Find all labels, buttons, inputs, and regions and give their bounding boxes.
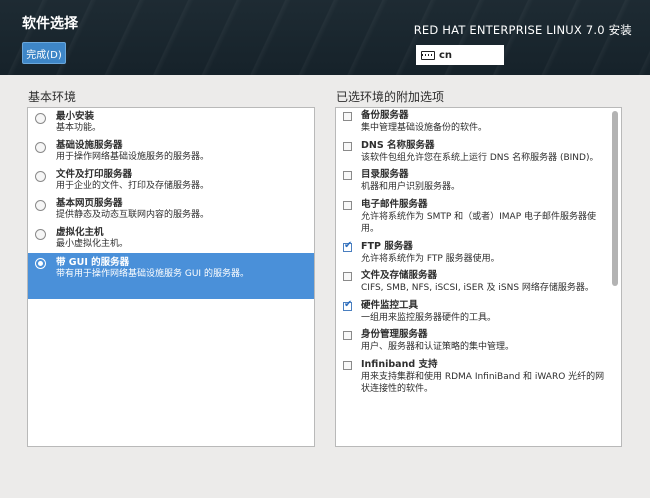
done-button[interactable]: 完成(D)	[22, 42, 66, 64]
addon-description: 允许将系统作为 FTP 服务器使用。	[361, 253, 500, 264]
addon-name: 硬件监控工具	[361, 299, 419, 311]
addon-name: 文件及存储服务器	[361, 270, 438, 281]
checkbox[interactable]	[343, 141, 352, 151]
addon-description: 允许将系统作为 SMTP 和（或者）IMAP 电子邮件服务器使用。	[361, 211, 596, 235]
environment-description: 最小虚拟化主机。	[56, 239, 129, 249]
addon-option[interactable]: 身份管理服务器用户、服务器和认证策略的集中管理。	[336, 327, 621, 357]
addon-name: FTP 服务器	[361, 240, 413, 252]
addons-scrollbar[interactable]	[612, 111, 618, 443]
base-environment-list: 最小安装 基本功能。 基础设施服务器 用于操作网络基础设施服务的服务器。 文件及打印服务…	[27, 107, 315, 447]
addon-option[interactable]: 备份服务器集中管理基础设施备份的软件。	[336, 108, 621, 138]
addon-option[interactable]: 文件及存储服务器 CIFS, SMB, NFS, iSCSI, iSER 及 iS…	[336, 268, 621, 298]
addon-description: 一组用来监控服务器硬件的工具。	[361, 312, 497, 323]
addon-name: Infiniband 支持	[361, 358, 438, 370]
addon-description: 用户、服务器和认证策略的集中管理。	[361, 342, 515, 352]
addon-option[interactable]: 电子邮件服务器 允许将系统作为 SMTP 和（或者）IMAP 电子邮件服务器使用。	[336, 197, 621, 239]
environment-description: 用于企业的文件、打印及存储服务器。	[56, 181, 210, 191]
addon-option[interactable]: FTP 服务器允许将系统作为 FTP 服务器使用。	[336, 239, 621, 269]
environment-description: 用于操作网络基础设施服务的服务器。	[56, 152, 210, 162]
environment-option[interactable]: 最小安装 基本功能。	[28, 108, 314, 137]
radio-button[interactable]	[35, 171, 46, 182]
addon-description: 集中管理基础设施备份的软件。	[361, 123, 488, 133]
base-environment-heading: 基本环境	[28, 90, 77, 104]
environment-option[interactable]: 基本网页服务器 提供静态及动态互联网内容的服务器。	[28, 195, 314, 224]
addons-heading: 已选环境的附加选项	[336, 90, 445, 104]
keyboard-layout-label: cn	[439, 49, 453, 61]
addon-name: 身份管理服务器	[361, 329, 428, 340]
environment-option[interactable]: 带 GUI 的服务器 带有用于操作网络基础设施服务 GUI 的服务器。	[28, 253, 314, 299]
radio-button[interactable]	[35, 113, 46, 124]
environment-name: 最小安装	[56, 111, 95, 122]
checkbox[interactable]	[343, 331, 352, 340]
addon-description: 该软件包组允许您在系统上运行 DNS 名称服务器 (BIND)。	[361, 152, 599, 163]
checkbox[interactable]	[343, 272, 352, 281]
checkbox[interactable]	[343, 200, 352, 210]
addon-name: DNS 名称服务器	[361, 139, 435, 151]
environment-name: 文件及打印服务器	[56, 169, 133, 180]
checkbox[interactable]	[343, 240, 352, 252]
checkbox[interactable]	[343, 299, 352, 311]
environment-description: 提供静态及动态互联网内容的服务器。	[56, 210, 210, 220]
addon-name: 目录服务器	[361, 169, 409, 180]
environment-name: 基本网页服务器	[56, 198, 123, 209]
environment-name: 带 GUI 的服务器	[56, 257, 130, 268]
checkbox[interactable]	[343, 112, 352, 121]
addon-option[interactable]: 目录服务器机器和用户识别服务器。	[336, 167, 621, 197]
page-title: 软件选择	[22, 16, 78, 32]
environment-option[interactable]: 文件及打印服务器 用于企业的文件、打印及存储服务器。	[28, 166, 314, 195]
product-title: RED HAT ENTERPRISE LINUX 7.0 安装	[413, 23, 632, 37]
environment-description: 带有用于操作网络基础设施服务 GUI 的服务器。	[56, 269, 249, 279]
environment-name: 虚拟化主机	[56, 227, 104, 238]
addon-option[interactable]: 硬件监控工具一组用来监控服务器硬件的工具。	[336, 298, 621, 328]
checkbox[interactable]	[343, 171, 352, 180]
addons-scrollbar-thumb[interactable]	[612, 111, 618, 286]
environment-name: 基础设施服务器	[56, 140, 123, 151]
environment-option[interactable]: 虚拟化主机 最小虚拟化主机。	[28, 224, 314, 253]
radio-button[interactable]	[35, 229, 46, 240]
radio-button[interactable]	[35, 258, 46, 269]
addons-list: 备份服务器 集中管理基础设施备份的软件。 DNS 名称服务器 该软件包组允许您在系统上…	[335, 107, 622, 447]
radio-button[interactable]	[35, 200, 46, 211]
addon-description: CIFS, SMB, NFS, iSCSI, iSER 及 iSNS 网络存储服…	[361, 283, 594, 293]
addon-name: 备份服务器	[361, 110, 409, 121]
addon-description: 用来支持集群和使用 RDMA InfiniBand 和 iWARO 光纤的网状连…	[361, 371, 605, 395]
addon-description: 机器和用户识别服务器。	[361, 182, 461, 192]
keyboard-layout-indicator[interactable]: cn	[416, 45, 504, 65]
addon-name: 电子邮件服务器	[361, 198, 428, 210]
checkbox[interactable]	[343, 360, 352, 370]
keyboard-icon	[421, 50, 435, 60]
top-bar: 软件选择 完成(D) RED HAT ENTERPRISE LINUX 7.0 …	[0, 0, 650, 75]
addon-option[interactable]: DNS 名称服务器 该软件包组允许您在系统上运行 DNS 名称服务器 (BIND)…	[336, 138, 621, 168]
environment-description: 基本功能。	[56, 123, 102, 133]
addon-option[interactable]: Infiniband 支持 用来支持集群和使用 RDMA InfiniBand 和…	[336, 357, 621, 399]
environment-option[interactable]: 基础设施服务器 用于操作网络基础设施服务的服务器。	[28, 137, 314, 166]
radio-button[interactable]	[35, 142, 46, 153]
